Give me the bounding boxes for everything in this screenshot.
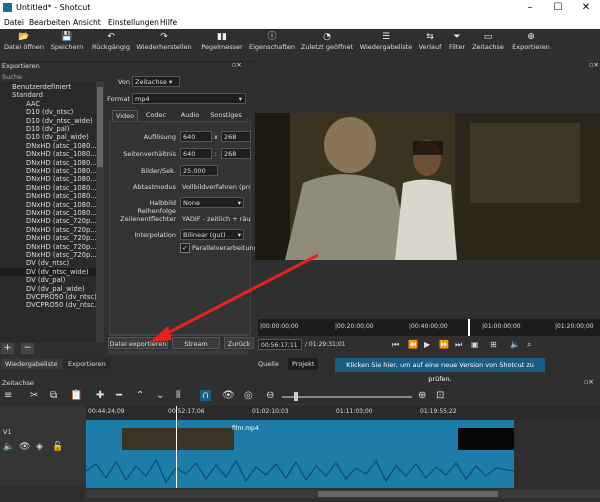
- annotation-arrow: [150, 253, 319, 342]
